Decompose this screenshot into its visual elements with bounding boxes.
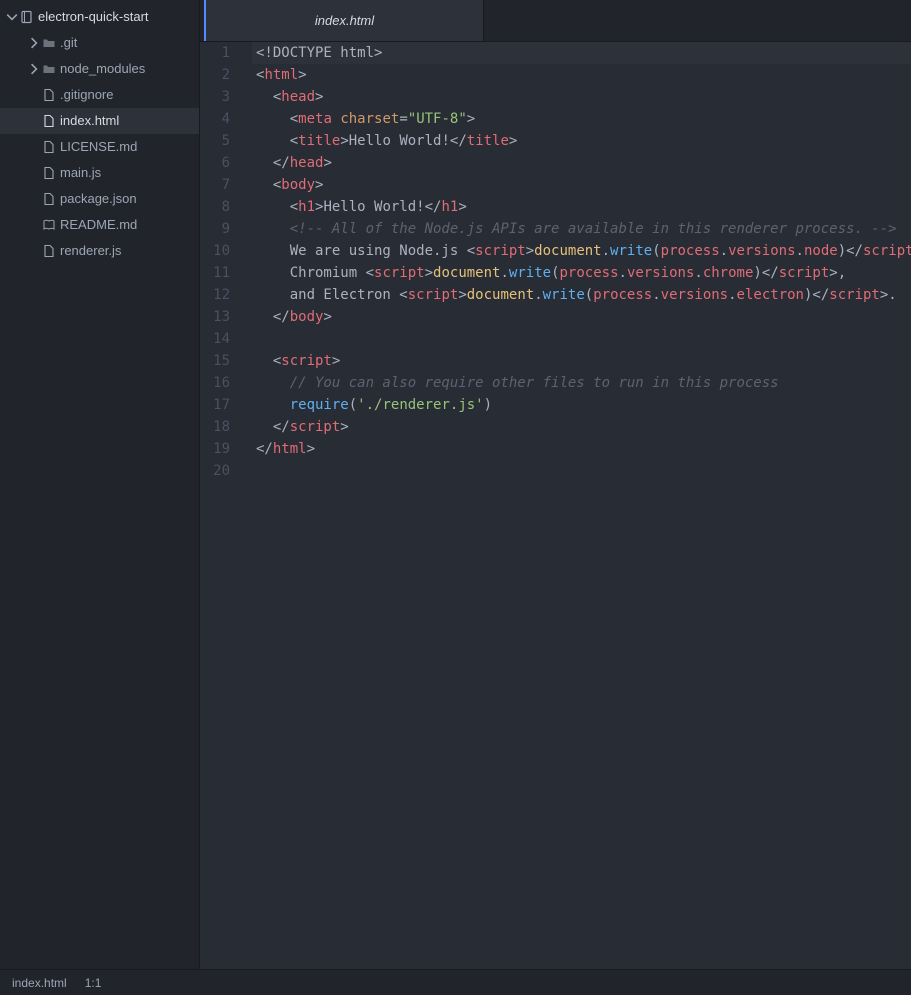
line-number: 5 <box>200 130 244 152</box>
file-icon <box>40 88 58 102</box>
tree-item-label: package.json <box>58 186 137 212</box>
workspace: electron-quick-start .git node_modules <box>0 0 911 969</box>
status-filename[interactable]: index.html <box>12 976 67 990</box>
code-line[interactable]: // You can also require other files to r… <box>252 372 911 394</box>
folder-icon <box>40 36 58 50</box>
tree-file-renderer-js[interactable]: renderer.js <box>0 238 199 264</box>
code-line[interactable]: <meta charset="UTF-8"> <box>252 108 911 130</box>
code-line[interactable]: </html> <box>252 438 911 460</box>
line-number: 20 <box>200 460 244 482</box>
tree-file-package-json[interactable]: package.json <box>0 186 199 212</box>
tree-file-main-js[interactable]: main.js <box>0 160 199 186</box>
file-icon <box>40 244 58 258</box>
tree-item-label: node_modules <box>58 56 145 82</box>
tree-item-label: .git <box>58 30 77 56</box>
status-bar: index.html 1:1 <box>0 969 911 995</box>
code-line[interactable]: Chromium <script>document.write(process.… <box>252 262 911 284</box>
line-number: 7 <box>200 174 244 196</box>
tab-title: index.html <box>315 13 374 28</box>
code-line[interactable]: </script> <box>252 416 911 438</box>
folder-icon <box>40 62 58 76</box>
code-line[interactable]: <head> <box>252 86 911 108</box>
repo-icon <box>18 10 36 24</box>
code-line[interactable]: <script> <box>252 350 911 372</box>
tree-folder-node-modules[interactable]: node_modules <box>0 56 199 82</box>
line-number: 18 <box>200 416 244 438</box>
code-line[interactable]: <!DOCTYPE html> <box>252 42 911 64</box>
code-line[interactable]: require('./renderer.js') <box>252 394 911 416</box>
line-number: 3 <box>200 86 244 108</box>
chevron-right-icon <box>28 63 40 75</box>
chevron-down-icon <box>6 11 18 23</box>
tree-item-label: README.md <box>58 212 137 238</box>
tree-root[interactable]: electron-quick-start <box>0 4 199 30</box>
file-icon <box>40 192 58 206</box>
chevron-right-icon <box>28 37 40 49</box>
code-line[interactable]: <body> <box>252 174 911 196</box>
line-number: 14 <box>200 328 244 350</box>
code-line[interactable]: <html> <box>252 64 911 86</box>
line-number: 1 <box>200 42 244 64</box>
line-number: 2 <box>200 64 244 86</box>
line-number: 4 <box>200 108 244 130</box>
code-line[interactable]: <title>Hello World!</title> <box>252 130 911 152</box>
status-cursor-position[interactable]: 1:1 <box>85 976 102 990</box>
file-icon <box>40 140 58 154</box>
code-line[interactable]: and Electron <script>document.write(proc… <box>252 284 911 306</box>
line-number: 15 <box>200 350 244 372</box>
tab-bar[interactable]: index.html <box>200 0 911 42</box>
line-number: 10 <box>200 240 244 262</box>
file-icon <box>40 114 58 128</box>
line-number: 17 <box>200 394 244 416</box>
line-number: 13 <box>200 306 244 328</box>
code-line[interactable]: <h1>Hello World!</h1> <box>252 196 911 218</box>
code-line[interactable] <box>252 328 911 350</box>
tree-item-label: renderer.js <box>58 238 121 264</box>
project-name: electron-quick-start <box>36 4 149 30</box>
file-icon <box>40 166 58 180</box>
line-number: 8 <box>200 196 244 218</box>
book-icon <box>40 218 58 232</box>
line-number: 9 <box>200 218 244 240</box>
code-area[interactable]: <!DOCTYPE html><html> <head> <meta chars… <box>244 42 911 969</box>
tree-item-label: LICENSE.md <box>58 134 137 160</box>
tree-item-label: index.html <box>58 108 119 134</box>
code-line[interactable]: We are using Node.js <script>document.wr… <box>252 240 911 262</box>
line-number: 12 <box>200 284 244 306</box>
file-tree-sidebar[interactable]: electron-quick-start .git node_modules <box>0 0 200 969</box>
tree-file-gitignore[interactable]: .gitignore <box>0 82 199 108</box>
line-number: 6 <box>200 152 244 174</box>
line-number: 16 <box>200 372 244 394</box>
code-line[interactable]: <!-- All of the Node.js APIs are availab… <box>252 218 911 240</box>
code-line[interactable]: </head> <box>252 152 911 174</box>
tree-file-license-md[interactable]: LICENSE.md <box>0 134 199 160</box>
tree-item-label: main.js <box>58 160 101 186</box>
line-number: 19 <box>200 438 244 460</box>
code-line[interactable]: </body> <box>252 306 911 328</box>
tree-folder-git[interactable]: .git <box>0 30 199 56</box>
line-number-gutter: 1234567891011121314151617181920 <box>200 42 244 969</box>
tree-file-index-html[interactable]: index.html <box>0 108 199 134</box>
tab-index-html[interactable]: index.html <box>204 0 484 41</box>
line-number: 11 <box>200 262 244 284</box>
editor-pane: index.html 12345678910111213141516171819… <box>200 0 911 969</box>
code-line[interactable] <box>252 460 911 482</box>
tree-item-label: .gitignore <box>58 82 113 108</box>
text-editor[interactable]: 1234567891011121314151617181920 <!DOCTYP… <box>200 42 911 969</box>
tree-file-readme-md[interactable]: README.md <box>0 212 199 238</box>
